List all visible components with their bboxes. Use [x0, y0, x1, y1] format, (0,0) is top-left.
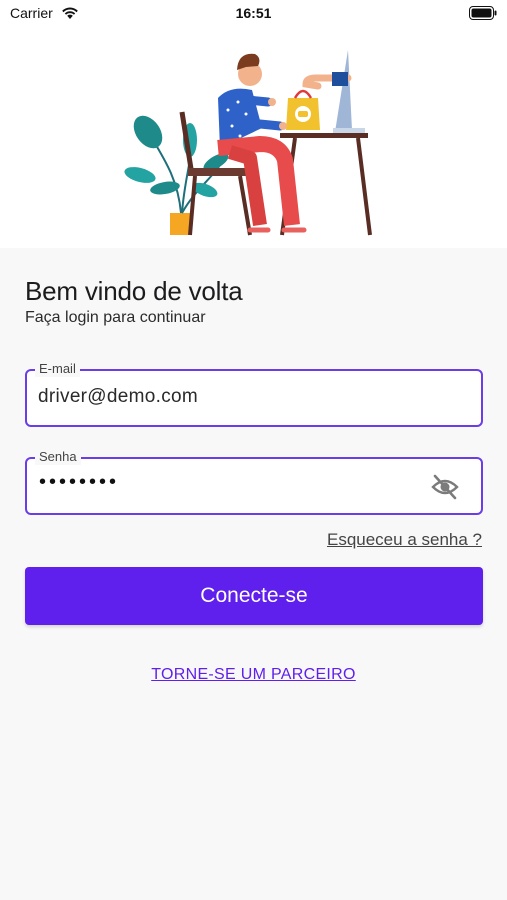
status-bar: Carrier 16:51	[0, 0, 507, 30]
eye-off-icon[interactable]	[431, 474, 459, 500]
email-label: E-mail	[35, 361, 80, 377]
page-title: Bem vindo de volta	[25, 276, 243, 306]
partner-link-container: TORNE-SE UM PARCEIRO	[0, 666, 507, 684]
become-partner-link[interactable]: TORNE-SE UM PARCEIRO	[151, 666, 356, 683]
status-time: 16:51	[235, 5, 272, 21]
email-field[interactable]: E-mail driver@demo.com	[25, 361, 483, 427]
password-input[interactable]: ••••••••	[39, 471, 119, 494]
login-button[interactable]: Conecte-se	[25, 567, 483, 625]
password-label: Senha	[35, 449, 81, 465]
hero-illustration-area	[0, 30, 507, 248]
battery-icon	[469, 6, 497, 25]
online-shopping-illustration	[124, 50, 372, 236]
email-input[interactable]: driver@demo.com	[38, 386, 198, 408]
password-field[interactable]: Senha ••••••••	[25, 449, 483, 515]
forgot-password-link[interactable]: Esqueceu a senha ?	[327, 530, 482, 550]
login-form: Bem vindo de volta Faça login para conti…	[0, 248, 507, 900]
page-subtitle: Faça login para continuar	[25, 309, 206, 326]
